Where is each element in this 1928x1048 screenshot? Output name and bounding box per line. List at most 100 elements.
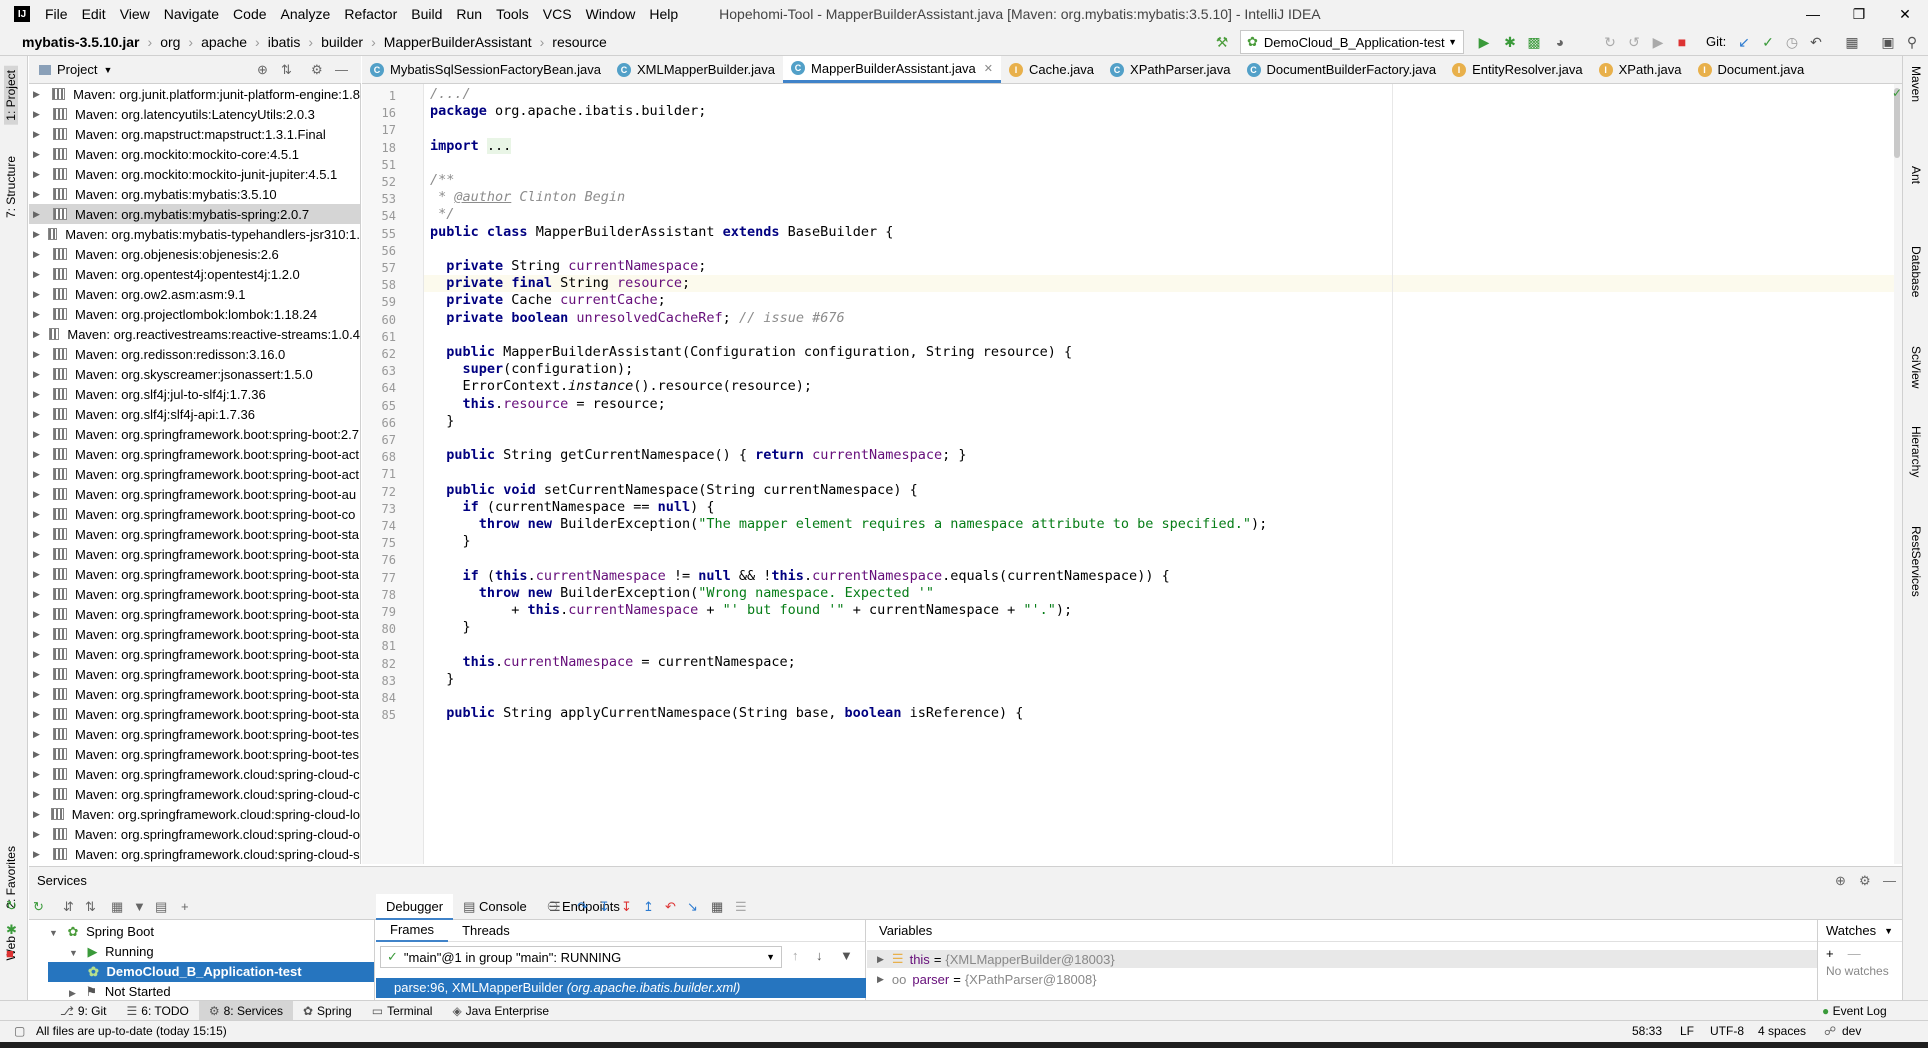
- hide-panel-icon[interactable]: —: [1883, 873, 1896, 888]
- project-tree-item[interactable]: ▶ Maven: org.opentest4j:opentest4j:1.2.0: [29, 264, 360, 284]
- minimize-button[interactable]: —: [1790, 0, 1836, 28]
- tab-cache[interactable]: I Cache.java: [1001, 56, 1102, 83]
- menu-window[interactable]: Window: [579, 6, 643, 22]
- project-tree-item[interactable]: ▶ Maven: org.springframework.cloud:spring…: [29, 784, 360, 804]
- chevron-right-icon[interactable]: ▶: [33, 369, 45, 380]
- menu-build[interactable]: Build: [404, 6, 449, 22]
- chevron-right-icon[interactable]: ▶: [33, 209, 45, 220]
- project-tree-item[interactable]: ▶ Maven: org.springframework.boot:spring-…: [29, 604, 360, 624]
- project-tree-item[interactable]: ▶ Maven: org.springframework.boot:spring-…: [29, 724, 360, 744]
- tab-debugger[interactable]: Debugger: [376, 894, 454, 920]
- collapse-all-icon[interactable]: ⇅: [281, 62, 292, 78]
- project-tree-item[interactable]: ▶ Maven: org.projectlombok:lombok:1.18.24: [29, 304, 360, 324]
- breadcrumb-item[interactable]: resource: [548, 34, 610, 50]
- project-tree-item[interactable]: ▶ Maven: org.latencyutils:LatencyUtils:2.…: [29, 104, 360, 124]
- project-tree-item[interactable]: ▶ Maven: org.springframework.cloud:spring…: [29, 804, 360, 824]
- chevron-right-icon[interactable]: ▶: [33, 449, 45, 460]
- chevron-right-icon[interactable]: ▶: [33, 609, 45, 620]
- project-tree-item[interactable]: ▶ Maven: org.redisson:redisson:3.16.0: [29, 344, 360, 364]
- chevron-right-icon[interactable]: ▶: [33, 389, 45, 400]
- gear-icon[interactable]: ⚙: [311, 62, 323, 78]
- project-tree-item[interactable]: ▶ Maven: org.springframework.boot:spring-…: [29, 664, 360, 684]
- tab-frames[interactable]: Frames: [376, 920, 449, 942]
- event-log-button[interactable]: ● Event Log: [1822, 1004, 1887, 1018]
- file-encoding[interactable]: UTF-8: [1710, 1024, 1744, 1038]
- maximize-button[interactable]: ❐: [1836, 0, 1882, 28]
- menu-view[interactable]: View: [113, 6, 157, 22]
- tree-item-running[interactable]: ▼ ▶ Running: [69, 942, 154, 962]
- chevron-right-icon[interactable]: ▶: [33, 129, 45, 140]
- chevron-right-icon[interactable]: ▶: [33, 289, 45, 300]
- menu-navigate[interactable]: Navigate: [157, 6, 226, 22]
- chevron-right-icon[interactable]: ▶: [33, 469, 45, 480]
- chevron-right-icon[interactable]: ▶: [33, 769, 45, 780]
- breadcrumb-item[interactable]: ibatis: [264, 34, 305, 50]
- pin-icon[interactable]: ▤: [155, 899, 167, 915]
- project-tree-item[interactable]: ▶ Maven: org.springframework.boot:spring-…: [29, 504, 360, 524]
- breadcrumb-item[interactable]: builder: [317, 34, 367, 50]
- run-configuration-select[interactable]: ✿ DemoCloud_B_Application-test ▼: [1240, 30, 1464, 54]
- trace-icon[interactable]: ☰: [735, 899, 747, 915]
- project-tree-item[interactable]: ▶ Maven: org.springframework.boot:spring-…: [29, 704, 360, 724]
- tab-mybatissqlsessionfactorybean[interactable]: C MybatisSqlSessionFactoryBean.java: [362, 56, 609, 83]
- menu-run[interactable]: Run: [449, 6, 489, 22]
- git-history-icon[interactable]: ◷: [1782, 32, 1802, 52]
- build-hammer-icon[interactable]: ⚒: [1212, 32, 1232, 52]
- chevron-right-icon[interactable]: ▶: [33, 729, 45, 740]
- project-tree-item[interactable]: ▶ Maven: org.springframework.boot:spring-…: [29, 464, 360, 484]
- reload-icon[interactable]: ↺: [1624, 32, 1644, 52]
- rerun-icon[interactable]: ▶: [1648, 32, 1668, 52]
- git-branch[interactable]: dev: [1842, 1024, 1861, 1038]
- tool-tab-6-todo[interactable]: ☰ 6: TODO: [117, 1001, 199, 1021]
- add-service-icon[interactable]: +: [181, 899, 189, 914]
- refresh-icon[interactable]: ↻: [33, 899, 44, 915]
- project-tree-item[interactable]: ▶ Maven: org.springframework.boot:spring-…: [29, 564, 360, 584]
- chevron-right-icon[interactable]: ▶: [33, 589, 45, 600]
- tab-console[interactable]: ▤ Console: [453, 894, 537, 920]
- project-panel-title[interactable]: Project: [57, 62, 97, 77]
- chevron-right-icon[interactable]: ▶: [33, 429, 45, 440]
- code-editor[interactable]: /.../package org.apache.ibatis.builder; i…: [424, 84, 1894, 864]
- project-tree-item[interactable]: ▶ Maven: org.springframework.boot:spring-…: [29, 524, 360, 544]
- filter-icon[interactable]: ▼: [840, 948, 853, 963]
- breadcrumb-root[interactable]: mybatis-3.5.10.jar: [18, 34, 144, 50]
- search-icon[interactable]: ⚲: [1902, 32, 1922, 52]
- project-tree-item[interactable]: ▶ Maven: org.skyscreamer:jsonassert:1.5.0: [29, 364, 360, 384]
- add-watch-icon[interactable]: +: [1826, 946, 1834, 961]
- tab-restservices[interactable]: RestServices: [1909, 526, 1923, 597]
- collapse-all-icon[interactable]: ⇅: [85, 899, 96, 915]
- status-window-icon[interactable]: ▢: [14, 1024, 25, 1038]
- tab-documentbuilderfactory[interactable]: C DocumentBuilderFactory.java: [1239, 56, 1445, 83]
- step-out-icon[interactable]: ↥: [643, 899, 654, 915]
- drop-frame-icon[interactable]: ↶: [665, 899, 676, 915]
- project-tree-item[interactable]: ▶ Maven: org.mockito:mockito-core:4.5.1: [29, 144, 360, 164]
- evaluate-icon[interactable]: ▦: [711, 899, 723, 915]
- thread-select[interactable]: ✓ "main"@1 in group "main": RUNNING ▼: [380, 946, 782, 968]
- tool-tab-spring[interactable]: ✿ Spring: [293, 1001, 362, 1021]
- chevron-right-icon[interactable]: ▶: [33, 689, 45, 700]
- expand-all-icon[interactable]: ⇵: [63, 899, 74, 915]
- git-rollback-icon[interactable]: ↶: [1806, 32, 1826, 52]
- project-tree-item[interactable]: ▶ Maven: org.ow2.asm:asm:9.1: [29, 284, 360, 304]
- chevron-right-icon[interactable]: ▶: [33, 569, 45, 580]
- tool-tab-8-services[interactable]: ⚙ 8: Services: [198, 1000, 293, 1021]
- chevron-right-icon[interactable]: ▶: [33, 529, 45, 540]
- project-tree-item[interactable]: ▶ Maven: org.junit.platform:junit-platfor…: [29, 84, 360, 104]
- chevron-right-icon[interactable]: ▶: [33, 709, 45, 720]
- project-tree-item[interactable]: ▶ Maven: org.springframework.boot:spring-…: [29, 444, 360, 464]
- variable-row[interactable]: ▶ oo parser = {XPathParser@18008}: [867, 970, 1817, 988]
- project-tree-item[interactable]: ▶ Maven: org.mybatis:mybatis-typehandlers…: [29, 224, 360, 244]
- chevron-right-icon[interactable]: ▶: [33, 649, 45, 660]
- project-tree-item[interactable]: ▶ Maven: org.slf4j:slf4j-api:1.7.36: [29, 404, 360, 424]
- tab-threads[interactable]: Threads: [448, 923, 524, 938]
- chevron-right-icon[interactable]: ▶: [33, 229, 40, 240]
- chevron-right-icon[interactable]: ▶: [33, 189, 45, 200]
- line-separator[interactable]: LF: [1680, 1024, 1694, 1038]
- chevron-right-icon[interactable]: ▶: [33, 169, 45, 180]
- chevron-down-icon[interactable]: ▼: [103, 65, 112, 75]
- project-tree-item[interactable]: ▶ Maven: org.slf4j:jul-to-slf4j:1.7.36: [29, 384, 360, 404]
- tool-tab-java-enterprise[interactable]: ◈ Java Enterprise: [442, 1001, 559, 1021]
- breadcrumb-item[interactable]: org: [156, 34, 184, 50]
- tab-mapperbuilderassistant[interactable]: C MapperBuilderAssistant.java ✕: [783, 56, 1001, 83]
- chevron-right-icon[interactable]: ▶: [33, 489, 45, 500]
